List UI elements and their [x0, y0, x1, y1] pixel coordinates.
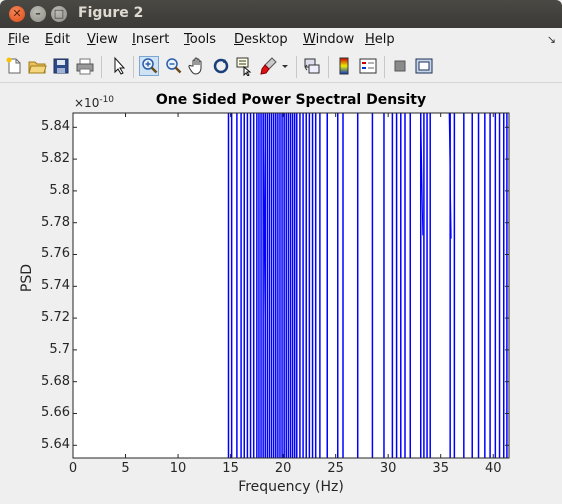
zoom-out-icon	[166, 58, 182, 74]
figure-canvas	[0, 83, 562, 504]
axis-exponent-label: ×10-10	[74, 95, 115, 110]
menu-edit[interactable]: Edit	[45, 32, 70, 47]
x-tick-label: 15	[222, 461, 239, 476]
colorbar-icon	[339, 57, 349, 75]
menu-insert[interactable]: Insert	[132, 32, 169, 47]
open-file-icon	[28, 61, 47, 74]
y-axis-label: PSD	[19, 263, 35, 293]
plot-title: One Sided Power Spectral Density	[155, 92, 427, 108]
window-title: Figure 2	[78, 5, 144, 21]
brush-icon	[260, 57, 277, 75]
menu-bar: File Edit View Insert Tools Desktop Wind…	[0, 28, 562, 52]
maximize-window-button[interactable]: □	[51, 6, 67, 22]
y-tick-label: 5.64	[41, 437, 70, 453]
close-window-button[interactable]: ✕	[9, 6, 25, 22]
chevron-down-icon	[282, 65, 288, 68]
menu-file[interactable]: File	[8, 32, 30, 47]
x-tick-label: 25	[327, 461, 344, 476]
y-tick-label: 5.78	[41, 214, 70, 230]
new-figure-button[interactable]	[4, 56, 24, 76]
x-tick-label: 10	[169, 461, 187, 476]
y-tick-label: 5.68	[41, 373, 70, 389]
zoom-in-icon	[142, 58, 158, 74]
toolbar-separator	[133, 56, 134, 78]
print-icon	[76, 58, 94, 75]
rotate-3d-button[interactable]	[211, 56, 231, 76]
x-tick-label: 5	[121, 461, 130, 476]
pointer-icon	[114, 56, 126, 75]
menu-tools[interactable]: Tools	[184, 32, 216, 47]
y-tick-label: 5.82	[41, 151, 70, 167]
y-tick-label: 5.7	[49, 341, 70, 357]
link-plot-icon	[304, 58, 320, 74]
y-tick-label: 5.8	[49, 182, 70, 198]
edit-plot-button[interactable]	[109, 56, 129, 76]
minimize-window-button[interactable]: –	[30, 6, 46, 22]
legend-icon	[359, 58, 377, 74]
zoom-out-button[interactable]	[163, 56, 183, 76]
window-titlebar: ✕ – □ Figure 2	[0, 0, 562, 28]
menu-view[interactable]: View	[87, 32, 118, 47]
x-tick-label: 20	[274, 461, 292, 476]
insert-colorbar-button[interactable]	[334, 56, 354, 76]
insert-legend-button[interactable]	[358, 56, 378, 76]
toolbar-separator	[384, 56, 385, 78]
toolbar-separator	[101, 56, 102, 78]
x-tick-label: 0	[68, 461, 78, 476]
y-tick-label: 5.84	[41, 119, 70, 135]
hide-plot-tools-icon	[394, 60, 406, 72]
dock-arrow-icon[interactable]: ↘	[547, 33, 556, 46]
zoom-in-button[interactable]	[139, 56, 159, 76]
save-button[interactable]	[51, 56, 71, 76]
x-axis-label: Frequency (Hz)	[238, 479, 344, 495]
brush-dropdown-button[interactable]	[280, 56, 290, 76]
menu-help[interactable]: Help	[365, 32, 395, 47]
figure-toolbar	[0, 52, 562, 83]
pan-icon	[188, 57, 202, 75]
open-file-button[interactable]	[27, 56, 47, 76]
pan-button[interactable]	[187, 56, 207, 76]
new-figure-icon	[6, 57, 21, 74]
x-tick-label: 40	[484, 461, 502, 476]
x-tick-label: 35	[432, 461, 449, 476]
save-icon	[53, 58, 69, 74]
data-cursor-icon	[236, 57, 252, 76]
data-cursor-button[interactable]	[235, 56, 255, 76]
link-plot-button[interactable]	[302, 56, 322, 76]
print-button[interactable]	[75, 56, 95, 76]
x-tick-label: 30	[379, 461, 397, 476]
y-tick-label: 5.72	[41, 310, 70, 326]
brush-button[interactable]	[259, 56, 279, 76]
y-tick-label: 5.66	[41, 405, 70, 421]
rotate-3d-icon	[213, 58, 229, 74]
hide-plot-tools-button[interactable]	[390, 56, 410, 76]
menu-desktop[interactable]: Desktop	[234, 32, 288, 47]
toolbar-separator	[328, 56, 329, 78]
menu-window[interactable]: Window	[303, 32, 354, 47]
toolbar-separator	[296, 56, 297, 78]
show-plot-tools-button[interactable]	[414, 56, 434, 76]
show-plot-tools-icon	[415, 58, 433, 74]
